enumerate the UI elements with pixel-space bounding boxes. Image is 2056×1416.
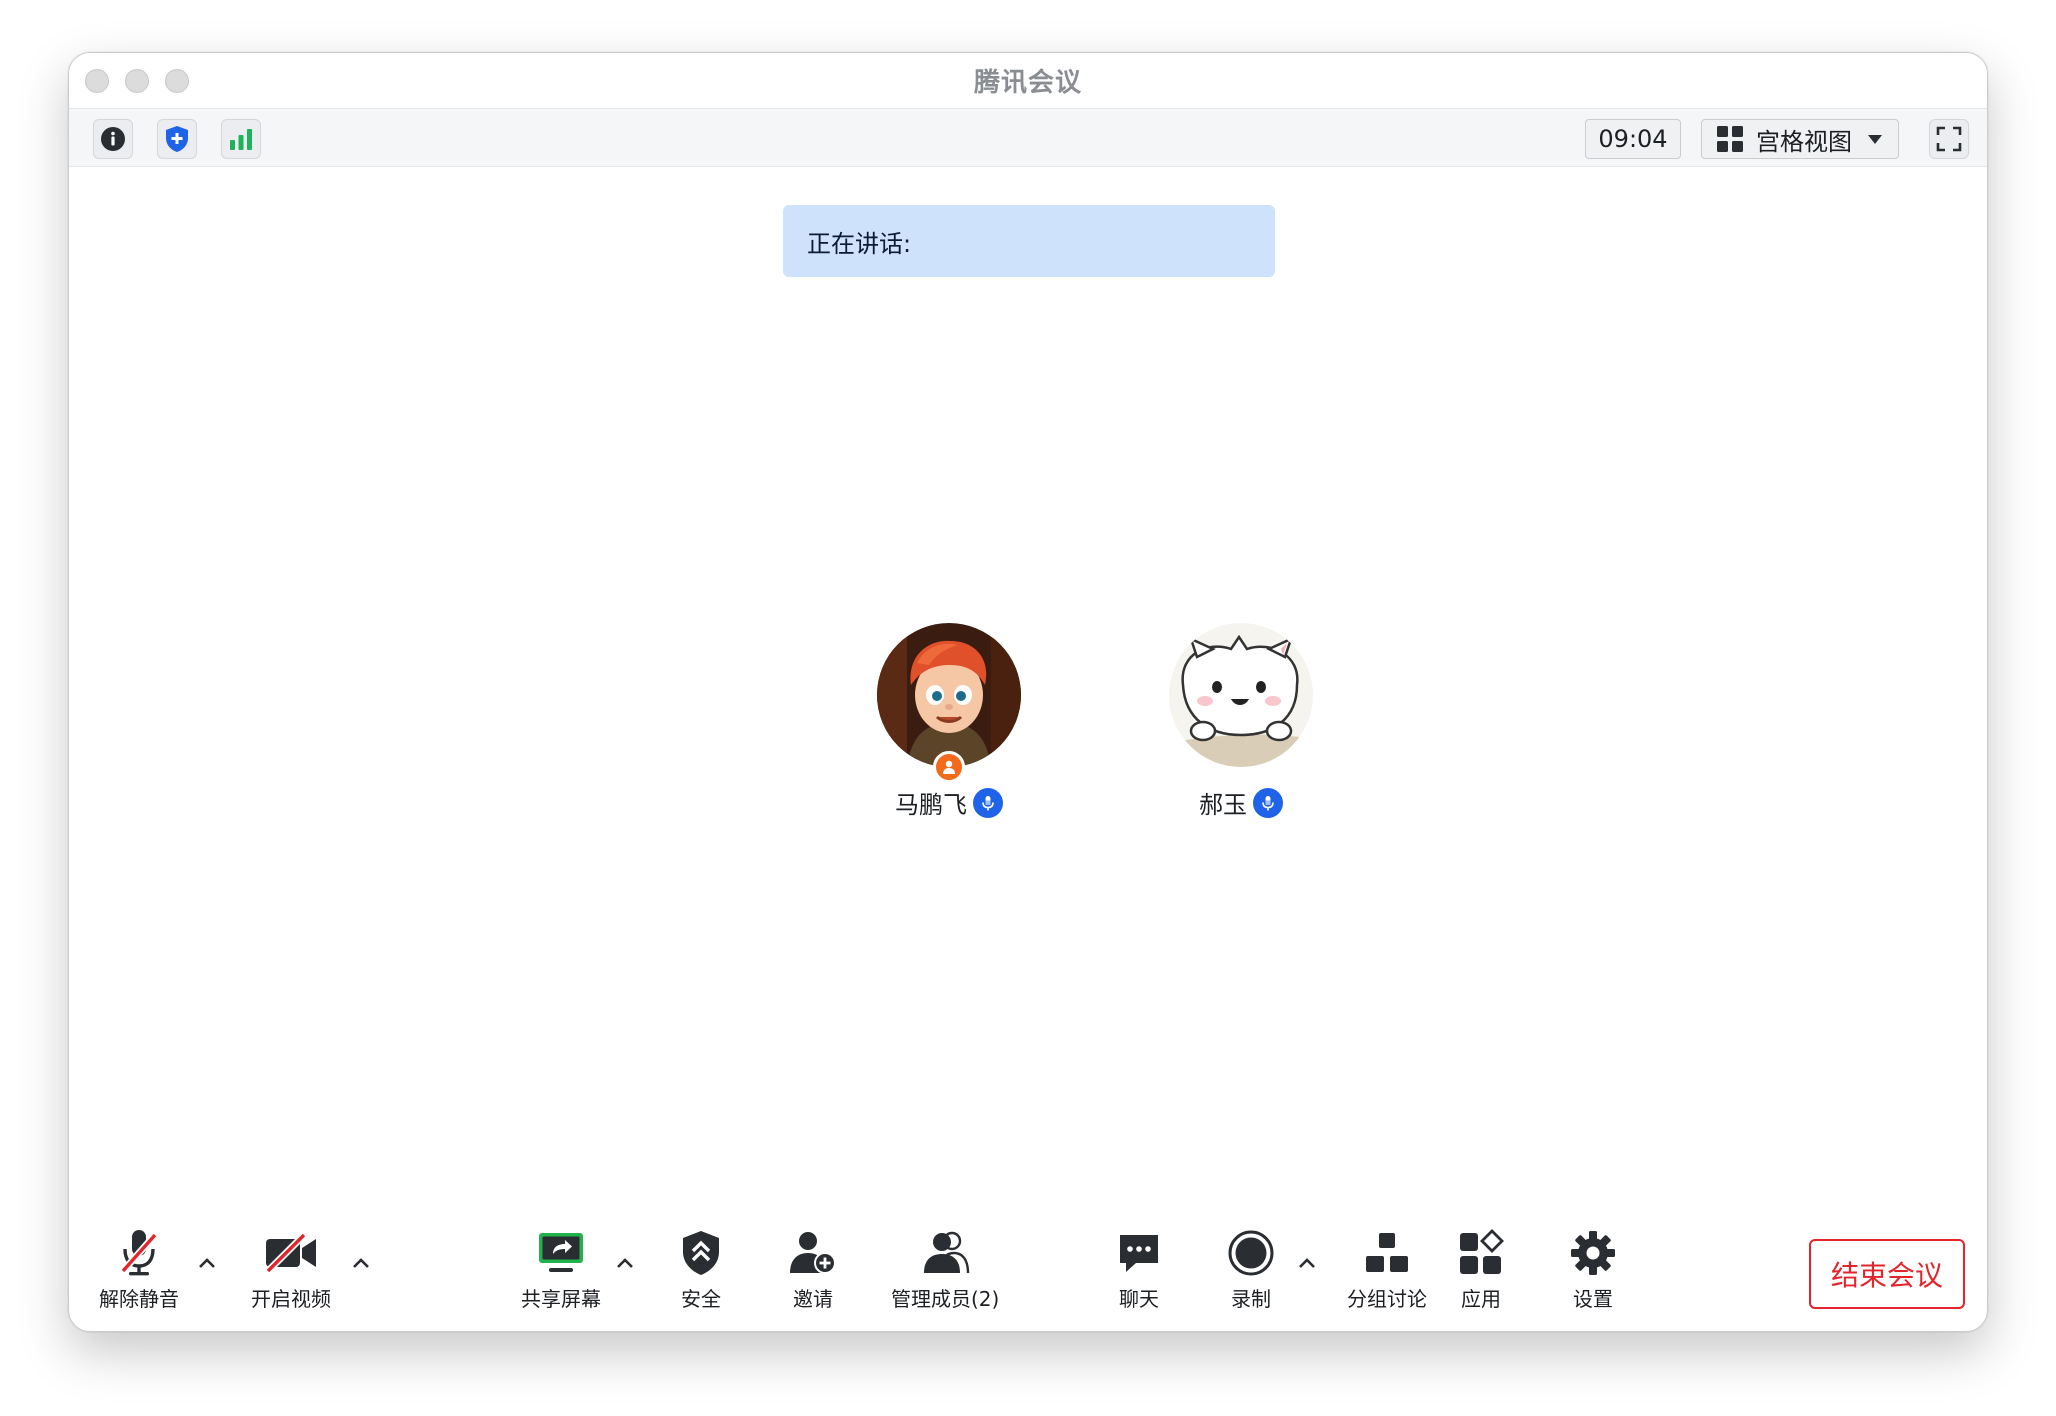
- network-status-button[interactable]: [221, 119, 261, 159]
- share-screen-icon: [539, 1233, 583, 1272]
- participant-tile[interactable]: 郝玉: [1131, 623, 1351, 820]
- breakout-rooms-label: 分组讨论: [1347, 1287, 1427, 1311]
- apps-button[interactable]: 应用: [1453, 1225, 1509, 1312]
- title-bar: 腾讯会议: [69, 53, 1987, 109]
- mic-speaking-icon: [973, 787, 1003, 818]
- meeting-info-button[interactable]: [93, 119, 133, 159]
- shield-icon: [683, 1231, 719, 1275]
- meeting-window: 腾讯会议 09:04 宫格视图 正在讲话: 马鹏飞 郝玉 解除静音 开启视频 共…: [68, 52, 1988, 1332]
- avatar: [877, 623, 1021, 767]
- manage-members-button[interactable]: 管理成员(2): [891, 1225, 999, 1312]
- fullscreen-icon: [1936, 126, 1962, 152]
- breakout-rooms-icon: [1366, 1233, 1408, 1272]
- record-icon: [1228, 1230, 1274, 1276]
- mic-muted-icon: [120, 1230, 158, 1276]
- unmute-label: 解除静音: [99, 1287, 179, 1311]
- unmute-button[interactable]: 解除静音: [99, 1225, 179, 1312]
- apps-label: 应用: [1461, 1287, 1501, 1311]
- top-toolbar: 09:04 宫格视图: [69, 109, 1987, 167]
- view-mode-select[interactable]: 宫格视图: [1701, 119, 1899, 159]
- host-icon: [933, 751, 965, 783]
- speaking-banner: 正在讲话:: [783, 205, 1275, 277]
- share-screen-button[interactable]: 共享屏幕: [521, 1225, 601, 1312]
- invite-button[interactable]: 邀请: [785, 1225, 841, 1312]
- security-button[interactable]: 安全: [673, 1225, 729, 1312]
- camera-off-icon: [265, 1233, 316, 1273]
- avatar: [1169, 623, 1313, 767]
- chevron-up-icon: [199, 1258, 215, 1268]
- share-screen-label: 共享屏幕: [521, 1287, 601, 1311]
- end-meeting-label: 结束会议: [1830, 1259, 1943, 1292]
- chevron-up-icon: [1299, 1258, 1315, 1268]
- end-meeting-button[interactable]: 结束会议: [1809, 1239, 1965, 1309]
- chat-icon: [1120, 1235, 1158, 1272]
- meeting-timer: 09:04: [1585, 119, 1681, 159]
- zoom-window-button[interactable]: [165, 69, 189, 93]
- participant-name: 郝玉: [1199, 791, 1247, 819]
- window-title: 腾讯会议: [973, 68, 1082, 98]
- cartoon-cat-avatar-image: [1169, 623, 1313, 767]
- settings-button[interactable]: 设置: [1565, 1225, 1621, 1312]
- manage-members-label: 管理成员(2): [891, 1287, 1000, 1311]
- audio-options-button[interactable]: [195, 1251, 219, 1275]
- apps-icon: [1460, 1229, 1504, 1274]
- video-options-button[interactable]: [349, 1251, 373, 1275]
- chevron-down-icon: [1868, 135, 1882, 144]
- chat-button[interactable]: 聊天: [1111, 1225, 1167, 1312]
- breakout-rooms-button[interactable]: 分组讨论: [1347, 1225, 1427, 1312]
- signal-icon: [230, 129, 252, 150]
- avatar-wrap: [1169, 623, 1313, 767]
- invite-label: 邀请: [793, 1287, 833, 1311]
- record-label: 录制: [1231, 1287, 1271, 1311]
- members-icon: [924, 1231, 970, 1274]
- avatar-wrap: [877, 623, 1021, 783]
- speaking-label: 正在讲话:: [807, 229, 912, 258]
- participant-name: 马鹏飞: [895, 791, 967, 819]
- chat-label: 聊天: [1119, 1287, 1159, 1311]
- chevron-up-icon: [353, 1258, 369, 1268]
- window-controls: [85, 69, 189, 93]
- start-video-button[interactable]: 开启视频: [251, 1225, 331, 1312]
- fullscreen-button[interactable]: [1929, 119, 1969, 159]
- participant-tile[interactable]: 马鹏飞: [839, 623, 1059, 820]
- meeting-controls: 解除静音 开启视频 共享屏幕 安全 邀请 管理成员(2) 聊天 录制 分组讨论 …: [69, 1225, 1987, 1331]
- participant-name-row: 马鹏飞: [839, 785, 1059, 820]
- gear-icon: [1571, 1231, 1615, 1275]
- settings-label: 设置: [1573, 1287, 1613, 1311]
- view-mode-label: 宫格视图: [1756, 127, 1852, 156]
- participant-name-row: 郝玉: [1131, 785, 1351, 820]
- start-video-label: 开启视频: [251, 1287, 331, 1311]
- record-options-button[interactable]: [1295, 1251, 1319, 1275]
- record-button[interactable]: 录制: [1223, 1225, 1279, 1312]
- minimize-window-button[interactable]: [125, 69, 149, 93]
- share-options-button[interactable]: [613, 1251, 637, 1275]
- add-user-icon: [790, 1232, 836, 1274]
- close-window-button[interactable]: [85, 69, 109, 93]
- security-label: 安全: [681, 1287, 721, 1311]
- chevron-up-icon: [617, 1258, 633, 1268]
- cartoon-boy-avatar-image: [877, 623, 1021, 767]
- info-icon: [101, 127, 125, 151]
- security-status-button[interactable]: [157, 119, 197, 159]
- grid-view-icon: [1717, 126, 1743, 152]
- mic-speaking-icon: [1253, 787, 1283, 818]
- shield-icon: [166, 126, 188, 152]
